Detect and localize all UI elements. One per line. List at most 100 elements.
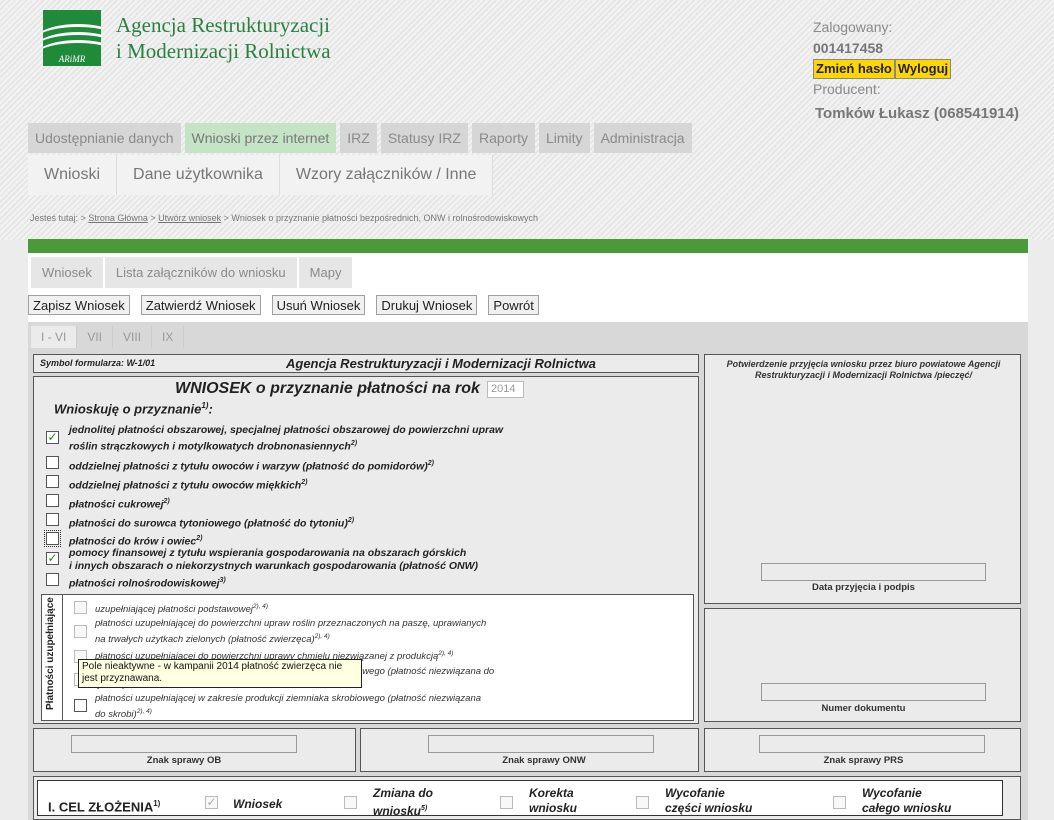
purpose-application-label: Wniosek: [233, 797, 283, 811]
logout-button[interactable]: Wyloguj: [894, 59, 952, 79]
purpose-title: I. CEL ZŁOŻENIA1): [48, 796, 160, 814]
suppl-text: do skrobi): [95, 709, 137, 721]
approve-button[interactable]: Zatwierdź Wniosek: [140, 295, 261, 315]
checkbox-onw-payment[interactable]: ✓: [46, 552, 59, 565]
tab-attachments[interactable]: Lista załączników do wniosku: [104, 257, 297, 288]
tab-application[interactable]: Wniosek: [31, 257, 103, 288]
nav-administration[interactable]: Administracja: [593, 123, 692, 153]
save-button[interactable]: Zapisz Wniosek: [28, 295, 130, 315]
nav-sharing-data[interactable]: Udostępnianie danych: [28, 123, 181, 153]
checkbox-purpose-change[interactable]: [344, 796, 357, 809]
breadcrumb-prefix: Jesteś tutaj:: [30, 213, 79, 223]
purpose-partial-text: części wniosku: [665, 801, 753, 815]
checkbox-purpose-correction[interactable]: [500, 796, 513, 809]
tab-section-7[interactable]: VII: [77, 326, 114, 348]
case-ob-label: Znak sprawy OB: [146, 755, 222, 766]
action-buttons: Zapisz Wniosek Zatwierdź Wniosek Usuń Wn…: [28, 295, 550, 315]
section-purpose: I. CEL ZŁOŻENIA1) ✓ Wniosek Zmiana do wni…: [33, 776, 1021, 820]
case-ob-panel: Znak sprawy OB: [33, 728, 356, 772]
agency-name: Agencja Restrukturyzacji i Modernizacji …: [116, 12, 331, 64]
checkbox-soft-fruit-payment[interactable]: [46, 475, 59, 488]
checkbox-purpose-full-withdrawal[interactable]: [833, 796, 846, 809]
item-text: płatności rolnośrodowiskowej: [69, 577, 220, 590]
office-confirmation-panel: Potwierdzenie przyjęcia wniosku przez bi…: [704, 354, 1021, 604]
checkbox-agri-env-payment[interactable]: [46, 573, 59, 586]
subnav-applications[interactable]: Wnioski: [28, 155, 118, 195]
suppl-item-starch: płatności uzupełniającej w zakresie prod…: [95, 692, 481, 721]
suppl-item-basic: uzupełniającej płatności podstawowej2), …: [95, 600, 268, 616]
item-text: płatności do surowca tytoniowego (płatno…: [69, 517, 348, 530]
nav-reports[interactable]: Raporty: [471, 123, 535, 153]
purpose-full-text: Wycofanie: [862, 786, 922, 800]
case-prs-panel: Znak sprawy PRS: [704, 728, 1021, 772]
change-password-button[interactable]: Zmień hasło: [813, 59, 895, 79]
nav-online-applications[interactable]: Wnioski przez internet: [184, 123, 337, 153]
item-footnote: 2): [301, 479, 308, 486]
checkbox-tomatoes-payment[interactable]: [46, 456, 59, 469]
breadcrumb-separator: >: [221, 213, 232, 223]
checkbox-sugar-payment[interactable]: [46, 494, 59, 507]
document-number-panel: Numer dokumentu: [704, 608, 1021, 722]
producer-name: Tomków Łukasz (068541914): [815, 105, 1019, 122]
user-panel: Zalogowany: 001417458 Zmień hasło Wyloguj…: [813, 17, 952, 100]
item-soft-fruit-payment: oddzielnej płatności z tytułu owoców mię…: [69, 476, 307, 493]
checkbox-suppl-animal[interactable]: [74, 625, 87, 638]
subnav-templates[interactable]: Wzory załączników / Inne: [280, 155, 494, 195]
tab-section-9[interactable]: IX: [152, 326, 185, 348]
purpose-partial-withdrawal-label: Wycofanie części wniosku: [665, 786, 752, 816]
nav-limits[interactable]: Limity: [539, 123, 590, 153]
form-org: Agencja Restrukturyzacji i Modernizacji …: [286, 356, 596, 371]
form-tabs: Wniosek Lista załączników do wniosku Map…: [31, 257, 354, 288]
checkbox-tobacco-payment[interactable]: [46, 513, 59, 526]
purpose-title-text: I. CEL ZŁOŻENIA: [48, 799, 154, 815]
suppl-item-animal: płatności uzupełniającej do powierzchni …: [95, 617, 486, 646]
form-header: Symbol formularza: W-1/01 Agencja Restru…: [33, 354, 699, 373]
confirmation-title: Potwierdzenie przyjęcia wniosku przez bi…: [726, 359, 1001, 380]
agency-name-line1: Agencja Restrukturyzacji: [116, 13, 330, 37]
breadcrumb-current: Wniosek o przyznanie płatności bezpośred…: [231, 213, 539, 223]
back-button[interactable]: Powrót: [488, 295, 539, 315]
supplementary-divider: [62, 594, 63, 721]
checkbox-suppl-starch[interactable]: [74, 699, 87, 712]
case-prs-field[interactable]: [759, 735, 985, 753]
suppl-footnote: 2), 4): [136, 708, 152, 715]
nav-irz[interactable]: IRZ: [340, 123, 377, 153]
sub-nav: Wnioski Dane użytkownika Wzory załącznik…: [28, 155, 494, 195]
case-ob-field[interactable]: [71, 735, 297, 753]
checkbox-cows-sheep-payment[interactable]: [44, 530, 61, 547]
item-footnote: 2): [350, 440, 358, 447]
print-button[interactable]: Drukuj Wniosek: [376, 295, 478, 315]
suppl-text: uzupełniającej płatności podstawowej: [95, 604, 253, 616]
document-number-field[interactable]: [761, 683, 986, 701]
item-onw-payment: pomocy finansowej z tytułu wspierania go…: [69, 547, 478, 573]
tab-maps[interactable]: Mapy: [298, 257, 353, 288]
form-subtitle: Wnioskuję o przyznanie1):: [54, 401, 213, 416]
breadcrumb-home-link[interactable]: Strona Główna: [88, 213, 148, 223]
checkbox-single-area-payment[interactable]: ✓: [46, 431, 59, 444]
item-text: i innych obszarach o niekorzystnych waru…: [69, 560, 478, 572]
nav-irz-statuses[interactable]: Statusy IRZ: [380, 123, 468, 153]
suppl-footnote: 2), 4): [314, 633, 330, 640]
subnav-user-data[interactable]: Dane użytkownika: [117, 155, 280, 195]
tab-section-8[interactable]: VIII: [113, 326, 153, 348]
supplementary-label: Płatności uzupełniające: [45, 597, 56, 710]
delete-button[interactable]: Usuń Wniosek: [271, 295, 366, 315]
checkbox-purpose-partial-withdrawal[interactable]: [636, 796, 649, 809]
form-title: WNIOSEK o przyznanie płatności na rok: [175, 380, 480, 397]
case-onw-field[interactable]: [428, 735, 654, 753]
item-text: roślin strączkowych i motylkowatych drob…: [69, 440, 351, 453]
item-tobacco-payment: płatności do surowca tytoniowego (płatno…: [69, 514, 354, 531]
document-number-label: Numer dokumentu: [821, 703, 906, 714]
breadcrumb-create-link[interactable]: Utwórz wniosek: [158, 213, 221, 223]
checkbox-purpose-application[interactable]: ✓: [205, 796, 218, 809]
item-text: oddzielnej płatności z tytułu owoców mię…: [69, 479, 302, 492]
receipt-date-field[interactable]: [761, 563, 986, 581]
item-tomatoes-payment: oddzielnej płatności z tytułu owoców i w…: [69, 457, 434, 474]
breadcrumb-separator: >: [147, 213, 159, 223]
inactive-field-tooltip: Pole nieaktywne - w kampanii 2014 płatno…: [78, 659, 362, 688]
producer-label: Producent:: [813, 81, 881, 97]
subtitle-colon: :: [208, 401, 213, 417]
purpose-partial-text: Wycofanie: [665, 786, 725, 800]
tab-section-1-6[interactable]: I - VI: [31, 326, 78, 348]
checkbox-suppl-basic[interactable]: [74, 601, 87, 614]
